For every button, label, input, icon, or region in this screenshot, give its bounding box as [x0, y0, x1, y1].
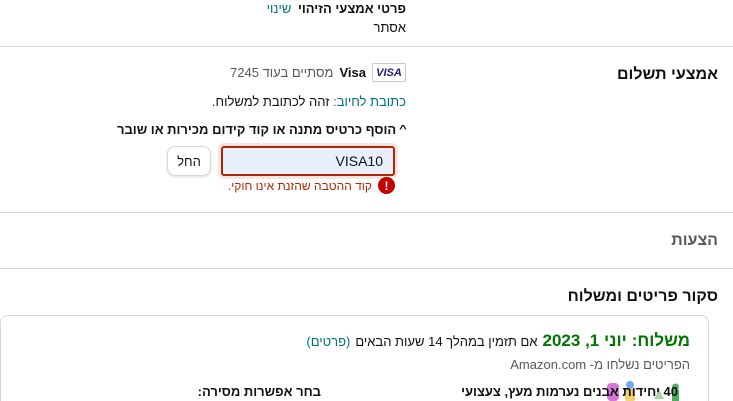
billing-address-link[interactable]: כתובת לחיוב:: [333, 94, 406, 109]
delivery-options-label: בחר אפשרות מסירה:: [197, 384, 321, 399]
delivery-prefix: משלוח:: [631, 331, 690, 350]
payment-card-row: VISA Visa מסתיים בעוד 7245: [230, 63, 406, 82]
promo-error-message: קוד ההטבה שהזנת אינו חוקי.: [227, 178, 372, 193]
card-ending-text: מסתיים בעוד 7245: [230, 65, 334, 80]
product-title[interactable]: 40 יחידות אבנים נערמות מעץ, צעצועי: [461, 384, 678, 399]
review-section-title: סקור פריטים ומשלוח: [567, 288, 718, 305]
divider: [0, 268, 733, 269]
gift-card-promo-toggle[interactable]: ^ הוסף כרטיס מתנה או קוד קידום מכירות או…: [116, 122, 407, 137]
delivery-line: משלוח: יוני 1, 2023 אם תזמין במהלך 14 שע…: [306, 331, 690, 351]
identity-value: אסתר: [373, 20, 407, 35]
gift-card-promo-label: הוסף כרטיס מתנה או קוד קידום מכירות או ש…: [116, 122, 397, 137]
visa-card-icon: VISA: [372, 63, 406, 82]
card-brand: Visa: [339, 65, 366, 80]
chevron-up-icon: ^: [399, 124, 407, 135]
order-within-text: אם תזמין במהלך 14 שעות הבאים: [355, 334, 538, 349]
identity-title-label: פרטי אמצעי הזיהוי: [297, 1, 406, 16]
promo-code-input[interactable]: [221, 146, 395, 176]
error-icon: !: [378, 177, 395, 194]
delivery-details-link[interactable]: (פרטים): [306, 334, 350, 349]
divider: [0, 212, 733, 213]
promo-error: ! קוד ההטבה שהזנת אינו חוקי.: [228, 177, 395, 194]
billing-address-value: זהה לכתובת למשלוח.: [211, 94, 330, 109]
offers-section-title[interactable]: הצעות: [671, 232, 718, 250]
payment-section-title: אמצעי תשלום: [617, 66, 718, 83]
change-identity-link[interactable]: שינוי: [267, 1, 292, 16]
apply-promo-button[interactable]: החל: [167, 146, 211, 176]
identity-title: פרטי אמצעי הזיהוי שינוי: [267, 1, 406, 16]
shipped-from-text: הפריטים נשלחו מ- Amazon.com: [510, 357, 690, 372]
delivery-date: יוני 1, 2023: [542, 331, 627, 350]
divider: [0, 46, 733, 47]
billing-address: כתובת לחיוב: זהה לכתובת למשלוח.: [212, 94, 406, 109]
